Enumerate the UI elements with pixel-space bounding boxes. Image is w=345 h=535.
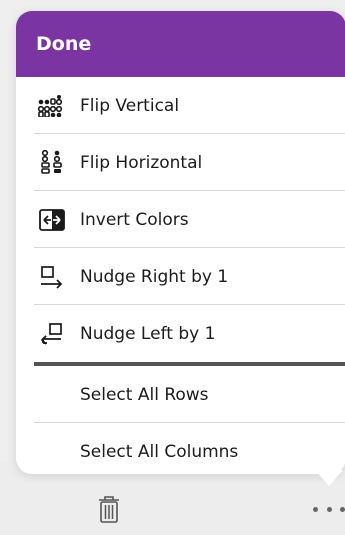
menu-item-select-all-columns[interactable]: Select All Columns (16, 423, 345, 474)
nudge-left-icon (34, 320, 70, 348)
flip-horizontal-icon (34, 149, 70, 177)
nudge-right-icon (34, 263, 70, 291)
flip-vertical-icon (34, 92, 70, 120)
menu-item-label: Select All Columns (80, 441, 239, 462)
bottom-toolbar (0, 474, 345, 535)
menu-item-label: Nudge Right by 1 (80, 266, 229, 287)
menu-item-flip-vertical[interactable]: Flip Vertical (16, 77, 345, 134)
more-dot (340, 506, 345, 512)
more-dot (326, 506, 332, 512)
menu-item-select-all-rows[interactable]: Select All Rows (16, 366, 345, 423)
popover-header: Done (16, 11, 345, 77)
trash-icon[interactable] (96, 494, 122, 524)
menu-item-label: Flip Vertical (80, 95, 180, 116)
menu-item-nudge-right[interactable]: Nudge Right by 1 (16, 248, 345, 305)
menu-item-invert-colors[interactable]: Invert Colors (16, 191, 345, 248)
menu-item-label: Invert Colors (80, 209, 189, 230)
menu-item-label: Flip Horizontal (80, 152, 203, 173)
action-popover: Done Flip Vertical Flip Horizontal Inver… (16, 11, 345, 474)
menu-item-label: Nudge Left by 1 (80, 323, 216, 344)
done-button[interactable]: Done (36, 33, 91, 55)
menu-item-nudge-left[interactable]: Nudge Left by 1 (16, 305, 345, 362)
more-icon[interactable] (313, 502, 345, 516)
menu-item-label: Select All Rows (80, 384, 209, 405)
more-dot (313, 506, 318, 512)
invert-colors-icon (34, 206, 70, 234)
menu-item-flip-horizontal[interactable]: Flip Horizontal (16, 134, 345, 191)
